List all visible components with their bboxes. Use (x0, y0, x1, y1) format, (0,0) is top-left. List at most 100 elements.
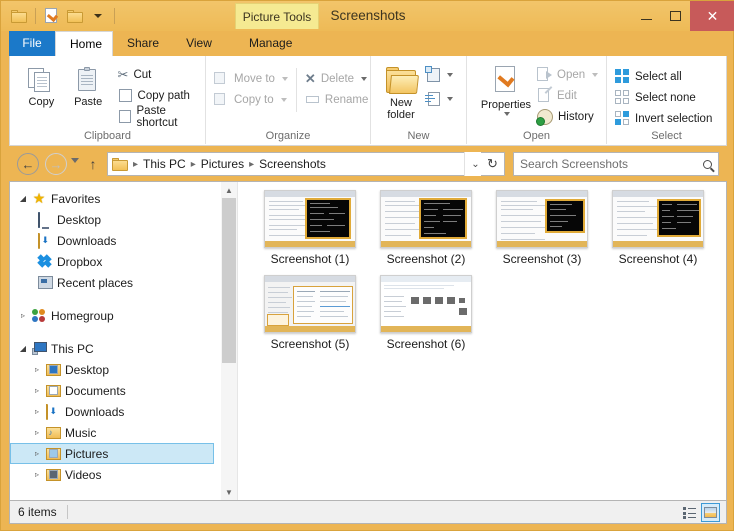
properties-caret-icon[interactable] (504, 112, 510, 116)
scrollbar-thumb[interactable] (222, 198, 236, 363)
history-button[interactable]: History (536, 106, 598, 127)
breadcrumb-this-pc[interactable]: This PC (141, 157, 188, 171)
tab-file[interactable]: File (9, 31, 55, 56)
move-to-caret-icon[interactable] (281, 76, 288, 81)
window-controls: ✕ (632, 1, 734, 31)
search-icon[interactable] (703, 159, 712, 169)
open-button[interactable]: Open (537, 64, 599, 85)
sidebar-item-dropbox[interactable]: Dropbox (10, 251, 222, 272)
new-item-caret-icon[interactable] (447, 72, 453, 77)
sidebar-item-downloads[interactable]: ▹ ⬇ Downloads (10, 401, 222, 422)
sidebar-item-homegroup[interactable]: ▹ Homegroup (10, 305, 222, 326)
group-label-clipboard: Clipboard (83, 130, 132, 142)
breadcrumb-separator-1: ▸ (190, 158, 196, 170)
properties-icon[interactable] (42, 6, 62, 26)
paste-button[interactable]: Paste (65, 62, 112, 108)
new-folder-button[interactable]: New folder (377, 62, 425, 121)
contextual-tab-picture-tools[interactable]: Picture Tools (235, 3, 319, 29)
thumbnail[interactable] (612, 190, 704, 248)
sidebar-item-documents[interactable]: ▹ Documents (10, 380, 222, 401)
thumbnail[interactable] (496, 190, 588, 248)
copy-to-caret-icon[interactable] (280, 97, 287, 102)
tab-view[interactable]: View (171, 31, 227, 56)
paste-shortcut-button[interactable]: Paste shortcut (118, 105, 205, 129)
sidebar-item-desktop[interactable]: ▹ Desktop (10, 359, 222, 380)
expander-icon[interactable]: ◢ (16, 344, 30, 353)
sidebar-item-pictures[interactable]: ▹ Pictures (10, 443, 214, 464)
new-item-button[interactable] (425, 64, 453, 85)
rename-button[interactable]: Rename (305, 89, 368, 110)
delete-caret-icon[interactable] (361, 76, 368, 81)
list-item[interactable]: Screenshot (1) (252, 190, 368, 275)
list-item[interactable]: Screenshot (3) (484, 190, 600, 275)
expander-icon[interactable]: ▹ (30, 428, 44, 437)
copy-path-label: Copy path (137, 89, 190, 102)
expander-icon[interactable]: ▹ (30, 407, 44, 416)
delete-button[interactable]: ✕ Delete (305, 68, 368, 89)
up-button[interactable]: ↑ (85, 155, 101, 173)
select-none-button[interactable]: Select none (615, 87, 726, 108)
sidebar-item-music[interactable]: ▹ ♪ Music (10, 422, 222, 443)
expander-icon[interactable]: ▹ (30, 449, 44, 458)
expander-icon[interactable]: ▹ (30, 365, 44, 374)
scroll-down-icon[interactable]: ▼ (221, 484, 237, 500)
sidebar-item-desktop-fav[interactable]: Desktop (10, 209, 222, 230)
expander-icon[interactable]: ▹ (16, 311, 30, 320)
copy-button[interactable]: Copy (18, 62, 65, 108)
list-item[interactable]: Screenshot (2) (368, 190, 484, 275)
file-list-pane[interactable]: Screenshot (1) Screenshot (2) Screenshot… (238, 182, 726, 500)
expander-icon[interactable]: ▹ (30, 470, 44, 479)
tab-manage[interactable]: Manage (235, 31, 303, 56)
easy-access-caret-icon[interactable] (447, 96, 453, 101)
invert-selection-button[interactable]: Invert selection (615, 108, 726, 129)
thumbnail[interactable] (380, 275, 472, 333)
folder-icon[interactable] (9, 6, 29, 26)
open-caret-icon[interactable] (592, 72, 599, 77)
breadcrumb-pictures[interactable]: Pictures (199, 157, 246, 171)
easy-access-button[interactable] (425, 88, 453, 109)
recent-locations-icon[interactable] (71, 158, 79, 163)
expander-icon[interactable]: ▹ (30, 386, 44, 395)
expander-icon[interactable]: ◢ (16, 194, 30, 203)
copy-to-button[interactable]: Copy to (214, 89, 288, 110)
minimize-button[interactable] (632, 1, 661, 31)
large-icons-view-button[interactable] (701, 503, 720, 522)
sidebar-item-recent-places[interactable]: Recent places (10, 272, 222, 293)
thumbnail[interactable] (264, 190, 356, 248)
customize-caret-icon[interactable] (88, 6, 108, 26)
close-button[interactable]: ✕ (690, 1, 734, 31)
list-item[interactable]: Screenshot (4) (600, 190, 716, 275)
sidebar-label: Favorites (51, 191, 101, 206)
scroll-up-icon[interactable]: ▲ (221, 182, 237, 198)
sidebar-item-favorites[interactable]: ◢ ★ Favorites (10, 188, 222, 209)
properties-label: Properties (480, 99, 532, 111)
cut-button[interactable]: ✂ Cut (118, 64, 205, 85)
sidebar-item-downloads-fav[interactable]: ⬇ Downloads (10, 230, 222, 251)
forward-button[interactable]: → (45, 153, 67, 175)
tab-home[interactable]: Home (55, 31, 113, 56)
navigation-scrollbar[interactable]: ▲ ▼ (221, 182, 237, 500)
address-folder-icon (112, 157, 128, 171)
breadcrumb-screenshots[interactable]: Screenshots (257, 157, 328, 171)
list-item[interactable]: Screenshot (5) (252, 275, 368, 360)
search-input[interactable]: Search Screenshots (513, 152, 719, 176)
back-button[interactable]: ← (17, 153, 39, 175)
move-to-button[interactable]: Move to (214, 68, 288, 89)
sidebar-item-this-pc[interactable]: ◢ This PC (10, 338, 222, 359)
select-all-button[interactable]: Select all (615, 66, 726, 87)
edit-button[interactable]: Edit (537, 85, 598, 106)
tab-share[interactable]: Share (113, 31, 171, 56)
refresh-button[interactable]: ↻ (481, 152, 505, 176)
list-item[interactable]: Screenshot (6) (368, 275, 484, 360)
thumbnail[interactable] (264, 275, 356, 333)
maximize-button[interactable] (661, 1, 690, 31)
sidebar-item-videos[interactable]: ▹ Videos (10, 464, 222, 485)
new-folder-icon[interactable] (65, 6, 85, 26)
details-view-button[interactable] (680, 503, 699, 522)
properties-button[interactable]: Properties (475, 61, 537, 127)
copy-path-button[interactable]: Copy path (118, 85, 205, 106)
new-folder-label-line1: New (389, 97, 412, 109)
thumbnail[interactable] (380, 190, 472, 248)
breadcrumb[interactable]: ▸ This PC ▸ Pictures ▸ Screenshots (107, 152, 479, 176)
title-bar: Screenshots Picture Tools ✕ (1, 1, 734, 31)
